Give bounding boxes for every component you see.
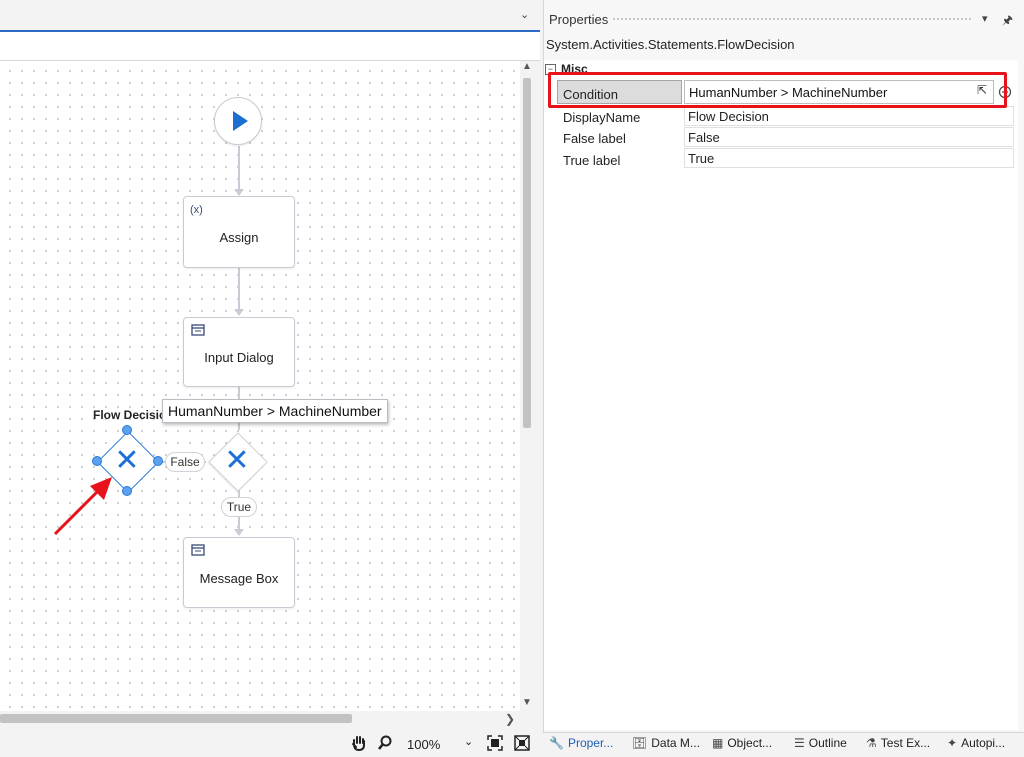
vertical-scroll-thumb[interactable] [523, 78, 531, 428]
tab-properties[interactable]: 🔧 Proper... [549, 736, 613, 750]
connector-arrowhead [234, 309, 244, 316]
message-box-activity[interactable]: Message Box [183, 537, 295, 608]
wrench-icon: 🔧 [549, 736, 564, 750]
zoom-magnifier-icon[interactable] [377, 735, 393, 751]
annotation-arrow [53, 477, 112, 536]
property-grid-empty-area [544, 175, 1018, 730]
assign-label: Assign [219, 230, 259, 245]
false-label-field[interactable]: False [684, 127, 1014, 147]
panel-options-icon[interactable]: ▾ [982, 12, 988, 25]
message-box-label: Message Box [199, 571, 279, 586]
displayname-field[interactable]: Flow Decision [684, 106, 1014, 126]
title-drag-grip[interactable] [612, 17, 972, 22]
tab-autopilot[interactable]: ✦ Autopi... [947, 736, 1005, 750]
property-name-false-label: False label [563, 131, 626, 146]
property-name-true-label: True label [563, 153, 621, 168]
property-name-displayname: DisplayName [563, 110, 641, 125]
designer-breadcrumb-bar [0, 32, 540, 61]
tab-test-explorer[interactable]: ⚗ Test Ex... [866, 736, 930, 750]
chevron-down-icon[interactable]: ⌄ [520, 8, 529, 21]
assign-activity[interactable]: (x) Assign [183, 196, 295, 268]
data-manager-icon: 🗄 [632, 736, 648, 750]
tab-label: Test Ex... [880, 736, 931, 750]
test-explorer-icon: ⚗ [866, 736, 877, 750]
object-repository-icon: ▦ [712, 736, 724, 750]
decision-x-icon: ✕ [224, 443, 250, 478]
tab-label: Proper... [567, 736, 614, 750]
message-box-icon [191, 544, 205, 556]
resize-handle-left[interactable] [92, 456, 102, 466]
zoom-level[interactable]: 100% [407, 737, 440, 752]
zoom-dropdown-icon[interactable]: ⌄ [464, 735, 473, 748]
tab-object-repository[interactable]: ▦ Object... [712, 736, 772, 750]
properties-title: Properties [549, 12, 609, 27]
play-icon [233, 111, 248, 131]
tab-label: Autopi... [961, 736, 1006, 750]
connector-line [238, 146, 240, 190]
true-label-field[interactable]: True [684, 148, 1014, 168]
tab-label: Outline [808, 736, 847, 750]
outline-icon: ☰ [794, 736, 805, 750]
connector-arrowhead [234, 189, 244, 196]
resize-handle-right[interactable] [153, 456, 163, 466]
fit-to-screen-icon[interactable] [487, 735, 503, 751]
resize-handle-bottom[interactable] [122, 486, 132, 496]
tab-data-manager[interactable]: 🗄 Data M... [632, 736, 700, 750]
connector-line [238, 266, 240, 310]
input-dialog-label: Input Dialog [204, 350, 274, 365]
tab-label: Object... [727, 736, 773, 750]
tab-outline[interactable]: ☰ Outline [794, 736, 847, 750]
condition-tooltip: HumanNumber > MachineNumber [162, 399, 388, 423]
scroll-down-icon[interactable]: ▼ [522, 697, 532, 708]
connector-arrowhead [234, 529, 244, 536]
dialog-icon [191, 324, 205, 336]
tab-label: Data M... [651, 736, 700, 750]
sparkle-icon: ✦ [947, 736, 958, 750]
scroll-up-icon[interactable]: ▲ [522, 61, 532, 72]
false-branch-label[interactable]: False [165, 452, 205, 472]
designer-header [0, 0, 540, 32]
selected-object-type: System.Activities.Statements.FlowDecisio… [546, 37, 795, 52]
hand-pan-icon[interactable] [351, 735, 367, 751]
start-node[interactable] [214, 97, 262, 145]
designer-bottom-toolbar [0, 727, 540, 756]
resize-handle-top[interactable] [122, 425, 132, 435]
overview-icon[interactable] [514, 735, 530, 751]
assign-icon: (x) [190, 204, 203, 216]
condition-highlight-box [548, 72, 1007, 108]
input-dialog-activity[interactable]: Input Dialog [183, 317, 295, 387]
true-branch-label[interactable]: True [221, 497, 257, 517]
pin-icon[interactable]: 🖈 [1002, 11, 1013, 32]
horizontal-scroll-thumb[interactable] [0, 714, 352, 723]
scroll-right-icon[interactable]: ❯ [505, 712, 515, 726]
